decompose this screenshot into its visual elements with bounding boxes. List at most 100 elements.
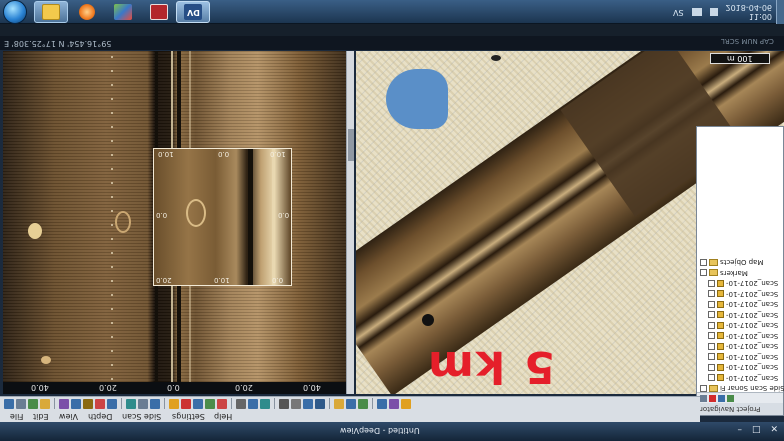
toolbar-tool-icon[interactable] bbox=[205, 398, 215, 409]
folder-icon bbox=[42, 4, 60, 20]
refresh-icon[interactable] bbox=[727, 394, 734, 402]
map-range-label: 100 m bbox=[727, 54, 753, 63]
visibility-checkbox[interactable] bbox=[708, 279, 715, 287]
toolbar-tool-icon[interactable] bbox=[291, 398, 301, 409]
tree-scan-item[interactable]: Scan_2017-10- bbox=[700, 299, 784, 310]
export-icon[interactable] bbox=[718, 394, 725, 402]
folder-icon bbox=[709, 269, 718, 277]
media-player-icon bbox=[79, 4, 95, 20]
volume-icon[interactable] bbox=[709, 8, 718, 16]
toolbar-tool-icon[interactable] bbox=[169, 398, 179, 409]
tree-scan-item[interactable]: Scan_2017-10- bbox=[700, 310, 784, 321]
tree-scan-item[interactable]: Scan_2017-10- bbox=[700, 320, 784, 331]
visibility-checkbox[interactable] bbox=[708, 342, 715, 350]
project-navigator-panel[interactable]: Map Objects Markers Scan_2017-10- Scan_2017… bbox=[696, 126, 784, 416]
menu-edit[interactable]: Edit bbox=[33, 412, 49, 421]
tree-scan-item[interactable]: Scan_2017-10- bbox=[700, 331, 784, 342]
show-desktop-button[interactable] bbox=[776, 0, 784, 24]
tree-scan-item[interactable]: Scan_2017-10- bbox=[700, 373, 784, 384]
zoom-side-tick-right: 0.0 bbox=[277, 211, 289, 219]
toolbar-tool-icon[interactable] bbox=[358, 398, 368, 409]
maximize-button[interactable]: □ bbox=[752, 425, 761, 435]
toolbar-tool-icon[interactable] bbox=[40, 398, 50, 409]
toolbar-tool-icon[interactable] bbox=[389, 398, 399, 409]
close-button[interactable]: ✕ bbox=[770, 425, 778, 435]
toolbar-tool-icon[interactable] bbox=[260, 398, 270, 409]
menu-depth[interactable]: Depth bbox=[88, 412, 112, 421]
tree-group-item[interactable]: Map Objects bbox=[700, 257, 784, 268]
visibility-checkbox[interactable] bbox=[708, 290, 715, 298]
tree-item-label: Scan_2017-10- bbox=[726, 300, 779, 309]
navigator-title: Project Navigator bbox=[700, 405, 761, 413]
visibility-checkbox[interactable] bbox=[700, 269, 707, 277]
minimize-button[interactable]: – bbox=[737, 425, 742, 435]
menu-help[interactable]: Help bbox=[214, 412, 232, 421]
toolbar-tool-icon[interactable] bbox=[95, 398, 105, 409]
tree-scan-item[interactable]: Scan_2017-10- bbox=[700, 289, 784, 300]
clock-time: 11:00 bbox=[748, 12, 772, 21]
visibility-checkbox[interactable] bbox=[708, 300, 715, 308]
toolbar-tool-icon[interactable] bbox=[28, 398, 38, 409]
toolbar-tool-icon[interactable] bbox=[217, 398, 227, 409]
menu-file[interactable]: File bbox=[10, 412, 23, 421]
clock[interactable]: 11:00 2018-04-06 bbox=[726, 3, 773, 21]
toolbar-separator bbox=[329, 398, 330, 409]
toolbar-tool-icon[interactable] bbox=[71, 398, 81, 409]
marker-icon bbox=[717, 321, 724, 329]
toolbar-tool-icon[interactable] bbox=[4, 398, 14, 409]
toolbar-tool-icon[interactable] bbox=[248, 398, 258, 409]
tree-scan-item[interactable]: Scan_2017-10- bbox=[700, 362, 784, 373]
toolbar-tool-icon[interactable] bbox=[193, 398, 203, 409]
sonar-waterfall-view[interactable]: 10.0 0.0 10.0 20.0 10.0 0.0 0.0 0.0 40.0… bbox=[3, 51, 347, 394]
toolbar-tool-icon[interactable] bbox=[334, 398, 344, 409]
toolbar-tool-icon[interactable] bbox=[138, 398, 148, 409]
taskbar-explorer-button[interactable] bbox=[34, 1, 68, 23]
toolbar-separator bbox=[372, 398, 373, 409]
toolbar-tool-icon[interactable] bbox=[59, 398, 69, 409]
network-icon[interactable] bbox=[691, 8, 702, 16]
visibility-checkbox[interactable] bbox=[708, 311, 715, 319]
toolbar-tool-icon[interactable] bbox=[150, 398, 160, 409]
taskbar-media-player-button[interactable] bbox=[70, 1, 104, 23]
tree-item-label: Scan_2017-10- bbox=[726, 310, 779, 319]
visibility-checkbox[interactable] bbox=[708, 321, 715, 329]
visibility-checkbox[interactable] bbox=[708, 332, 715, 340]
taskbar-deepview-button[interactable]: DV bbox=[176, 1, 210, 23]
start-button[interactable] bbox=[3, 0, 27, 24]
properties-icon[interactable] bbox=[700, 394, 707, 402]
menu-settings[interactable]: Settings bbox=[172, 412, 205, 421]
tree-scan-item[interactable]: Scan_2017-10- bbox=[700, 352, 784, 363]
visibility-checkbox[interactable] bbox=[708, 353, 715, 361]
toolbar-tool-icon[interactable] bbox=[315, 398, 325, 409]
toolbar-tool-icon[interactable] bbox=[16, 398, 26, 409]
toolbar-tool-icon[interactable] bbox=[401, 398, 411, 409]
visibility-checkbox[interactable] bbox=[700, 384, 707, 392]
delete-icon[interactable] bbox=[709, 394, 716, 402]
language-indicator[interactable]: SV bbox=[673, 8, 684, 17]
tree-scan-item[interactable]: Scan_2017-10- bbox=[700, 341, 784, 352]
taskbar-w-app-button[interactable] bbox=[142, 1, 176, 23]
sonar-zoom-window[interactable]: 10.0 0.0 10.0 20.0 10.0 0.0 0.0 0.0 bbox=[153, 148, 292, 286]
menu-side-scan[interactable]: Side Scan bbox=[122, 412, 161, 421]
scrollbar-thumb[interactable] bbox=[348, 129, 354, 161]
visibility-checkbox[interactable] bbox=[708, 363, 715, 371]
toolbar-tool-icon[interactable] bbox=[181, 398, 191, 409]
toolbar-tool-icon[interactable] bbox=[377, 398, 387, 409]
toolbar-tool-icon[interactable] bbox=[83, 398, 93, 409]
visibility-checkbox[interactable] bbox=[708, 374, 715, 382]
map-dark-spot bbox=[491, 55, 501, 61]
main-toolbar bbox=[0, 396, 700, 410]
tree-group-item[interactable]: Markers bbox=[700, 268, 784, 279]
navigator-toolbar bbox=[697, 392, 783, 403]
toolbar-tool-icon[interactable] bbox=[303, 398, 313, 409]
menu-view[interactable]: View bbox=[59, 412, 78, 421]
toolbar-tool-icon[interactable] bbox=[279, 398, 289, 409]
toolbar-tool-icon[interactable] bbox=[346, 398, 356, 409]
sonar-vertical-scrollbar[interactable] bbox=[346, 51, 354, 394]
tree-scan-item[interactable]: Scan_2017-10- bbox=[700, 278, 784, 289]
toolbar-tool-icon[interactable] bbox=[107, 398, 117, 409]
taskbar-paint-button[interactable] bbox=[106, 1, 140, 23]
toolbar-tool-icon[interactable] bbox=[126, 398, 136, 409]
visibility-checkbox[interactable] bbox=[700, 258, 707, 266]
toolbar-tool-icon[interactable] bbox=[236, 398, 246, 409]
